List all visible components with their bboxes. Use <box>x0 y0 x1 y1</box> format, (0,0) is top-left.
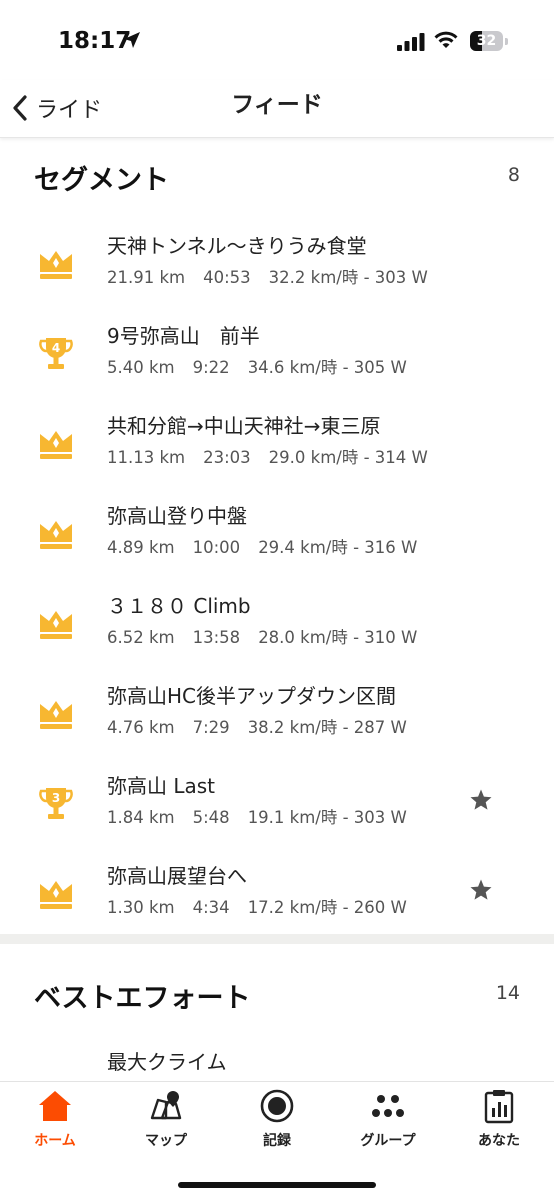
battery-icon: 32 <box>470 31 503 51</box>
crown-icon <box>40 611 72 639</box>
segment-name: 9号弥高山 前半 <box>107 324 260 348</box>
segment-speed-power: 28.0 km/時 - 310 W <box>258 628 418 647</box>
segment-stats: 11.13 km 23:03 29.0 km/時 - 314 W <box>107 444 446 468</box>
star-icon[interactable] <box>469 878 493 902</box>
tab-map[interactable]: マップ <box>111 1088 221 1158</box>
best-effort-row[interactable]: 最大クライム <box>0 1035 554 1081</box>
trophy-icon: 4 <box>39 338 73 369</box>
segment-distance: 1.84 km <box>107 808 175 827</box>
clipboard-icon <box>484 1090 514 1124</box>
tab-record[interactable]: 記録 <box>222 1088 332 1158</box>
crown-icon <box>40 251 72 279</box>
back-label: ライド <box>36 98 103 123</box>
wifi-icon <box>434 31 458 48</box>
crown-icon <box>40 701 72 729</box>
segment-distance: 6.52 km <box>107 628 175 647</box>
groups-icon <box>372 1095 404 1117</box>
segment-stats: 6.52 km 13:58 28.0 km/時 - 310 W <box>107 624 435 648</box>
segment-time: 40:53 <box>203 268 251 287</box>
segment-time: 4:34 <box>192 898 230 917</box>
segment-name: 共和分館→中山天神社→東三原 <box>107 414 381 438</box>
segment-speed-power: 19.1 km/時 - 303 W <box>247 808 407 827</box>
tab-groups[interactable]: グループ <box>333 1088 443 1158</box>
segment-row[interactable]: 4 9号弥高山 前半 5.40 km 9:22 34.6 km/時 - 305 W <box>0 309 554 399</box>
segment-speed-power: 38.2 km/時 - 287 W <box>247 718 407 737</box>
segment-row[interactable]: 天神トンネル〜きりうみ食堂 21.91 km 40:53 32.2 km/時 - 3… <box>0 219 554 309</box>
location-arrow-icon <box>124 32 140 48</box>
segment-name: ３１８０ Climb <box>107 594 251 618</box>
segment-time: 7:29 <box>192 718 230 737</box>
segment-stats: 4.76 km 7:29 38.2 km/時 - 287 W <box>107 714 425 738</box>
cellular-signal-icon <box>397 33 425 51</box>
best-efforts-header: ベストエフォート 14 <box>34 976 520 1016</box>
best-effort-name: 最大クライム <box>107 1050 227 1074</box>
segment-distance: 1.30 km <box>107 898 175 917</box>
tab-home-label: ホーム <box>34 1133 76 1149</box>
segment-distance: 21.91 km <box>107 268 186 287</box>
segment-name: 弥高山HC後半アップダウン区間 <box>107 684 397 708</box>
segment-time: 10:00 <box>192 538 241 557</box>
segment-speed-power: 17.2 km/時 - 260 W <box>247 898 407 917</box>
tab-record-label: 記録 <box>263 1133 291 1149</box>
status-bar: 18:17 32 <box>0 0 554 80</box>
segment-row[interactable]: 弥高山登り中盤 4.89 km 10:00 29.4 km/時 - 316 W <box>0 489 554 579</box>
trophy-rank: 4 <box>52 341 60 355</box>
segment-name: 弥高山展望台へ <box>107 864 247 888</box>
segment-name: 天神トンネル〜きりうみ食堂 <box>107 234 367 258</box>
segment-name: 弥高山登り中盤 <box>107 504 247 528</box>
status-time: 18:17 <box>58 28 132 54</box>
crown-icon <box>40 431 72 459</box>
segment-distance: 4.89 km <box>107 538 175 557</box>
battery-percentage: 32 <box>476 33 497 49</box>
segment-stats: 5.40 km 9:22 34.6 km/時 - 305 W <box>107 354 425 378</box>
segments-header: セグメント 8 <box>34 158 520 198</box>
map-icon <box>150 1091 182 1120</box>
chevron-left-icon <box>13 95 27 121</box>
trophy-icon: 3 <box>39 788 73 819</box>
segment-time: 9:22 <box>192 358 230 377</box>
segment-speed-power: 32.2 km/時 - 303 W <box>268 268 428 287</box>
tab-you[interactable]: あなた <box>444 1088 554 1158</box>
segment-stats: 4.89 km 10:00 29.4 km/時 - 316 W <box>107 534 435 558</box>
nav-bar: フィード ライド <box>0 80 554 138</box>
home-indicator <box>178 1182 376 1188</box>
crown-icon <box>40 881 72 909</box>
best-efforts-title: ベストエフォート <box>34 983 251 1014</box>
record-icon <box>260 1089 294 1123</box>
segment-row[interactable]: 弥高山展望台へ 1.30 km 4:34 17.2 km/時 - 260 W <box>0 849 554 939</box>
home-icon <box>39 1091 71 1121</box>
segment-distance: 5.40 km <box>107 358 175 377</box>
segment-row[interactable]: 共和分館→中山天神社→東三原 11.13 km 23:03 29.0 km/時 - … <box>0 399 554 489</box>
tab-home[interactable]: ホーム <box>0 1088 110 1158</box>
tab-you-label: あなた <box>478 1133 520 1149</box>
segment-row[interactable]: ３１８０ Climb 6.52 km 13:58 28.0 km/時 - 310 W <box>0 579 554 669</box>
segment-speed-power: 29.0 km/時 - 314 W <box>268 448 428 467</box>
segment-time: 23:03 <box>203 448 251 467</box>
segment-stats: 21.91 km 40:53 32.2 km/時 - 303 W <box>107 264 446 288</box>
segment-distance: 11.13 km <box>107 448 186 467</box>
segments-title: セグメント <box>34 165 169 196</box>
star-icon[interactable] <box>469 788 493 812</box>
segment-speed-power: 34.6 km/時 - 305 W <box>247 358 407 377</box>
crown-icon <box>40 521 72 549</box>
segment-stats: 1.30 km 4:34 17.2 km/時 - 260 W <box>107 894 425 918</box>
segment-time: 5:48 <box>192 808 230 827</box>
best-efforts-count: 14 <box>495 982 520 1004</box>
tab-groups-label: グループ <box>360 1133 416 1149</box>
segment-row[interactable]: 3 弥高山 Last 1.84 km 5:48 19.1 km/時 - 303 W <box>0 759 554 849</box>
segment-name: 弥高山 Last <box>107 774 216 798</box>
segment-distance: 4.76 km <box>107 718 175 737</box>
segments-count: 8 <box>507 164 520 186</box>
segment-time: 13:58 <box>192 628 241 647</box>
back-button[interactable]: ライド <box>12 88 102 128</box>
section-divider <box>0 934 554 944</box>
segment-row[interactable]: 弥高山HC後半アップダウン区間 4.76 km 7:29 38.2 km/時 - 2… <box>0 669 554 759</box>
segment-stats: 1.84 km 5:48 19.1 km/時 - 303 W <box>107 804 425 828</box>
segment-speed-power: 29.4 km/時 - 316 W <box>258 538 418 557</box>
trophy-rank: 3 <box>52 791 60 805</box>
tab-map-label: マップ <box>145 1133 187 1149</box>
